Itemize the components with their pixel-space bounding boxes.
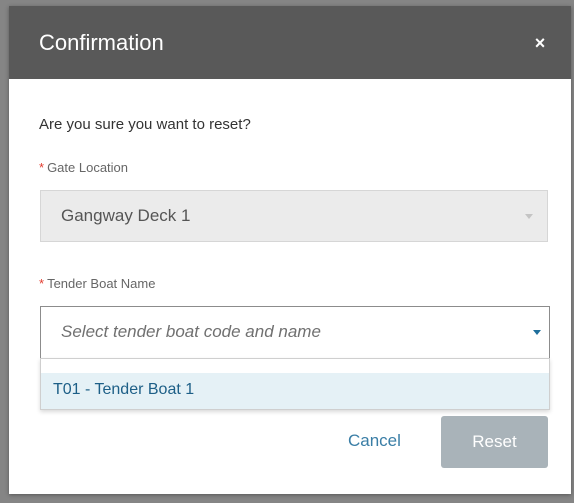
tender-boat-placeholder: Select tender boat code and name xyxy=(61,322,321,341)
tender-boat-label-text: Tender Boat Name xyxy=(47,276,156,291)
gate-location-select: Gangway Deck 1 xyxy=(40,190,548,242)
chevron-down-icon xyxy=(525,214,533,219)
tender-boat-dropdown: T01 - Tender Boat 1 xyxy=(40,358,550,410)
required-asterisk: * xyxy=(39,160,45,175)
tender-boat-select[interactable]: Select tender boat code and name xyxy=(40,306,550,358)
required-asterisk: * xyxy=(39,276,45,291)
gate-location-label: * Gate Location xyxy=(39,160,128,175)
cancel-button[interactable]: Cancel xyxy=(348,431,401,451)
tender-boat-label: * Tender Boat Name xyxy=(39,276,155,291)
close-icon[interactable]: × xyxy=(527,30,553,56)
gate-location-value: Gangway Deck 1 xyxy=(61,206,191,225)
chevron-down-icon[interactable] xyxy=(533,330,541,335)
dialog-title: Confirmation xyxy=(39,30,164,55)
reset-button[interactable]: Reset xyxy=(441,416,548,468)
confirmation-question: Are you sure you want to reset? xyxy=(39,116,251,133)
dialog-header: Confirmation × xyxy=(9,6,571,79)
gate-location-label-text: Gate Location xyxy=(47,160,129,175)
dropdown-option[interactable]: T01 - Tender Boat 1 xyxy=(41,373,549,409)
confirmation-dialog: Confirmation × Are you sure you want to … xyxy=(9,6,571,494)
dropdown-option-label: T01 - Tender Boat 1 xyxy=(53,381,195,398)
page-backdrop: Confirmation × Are you sure you want to … xyxy=(0,0,574,503)
